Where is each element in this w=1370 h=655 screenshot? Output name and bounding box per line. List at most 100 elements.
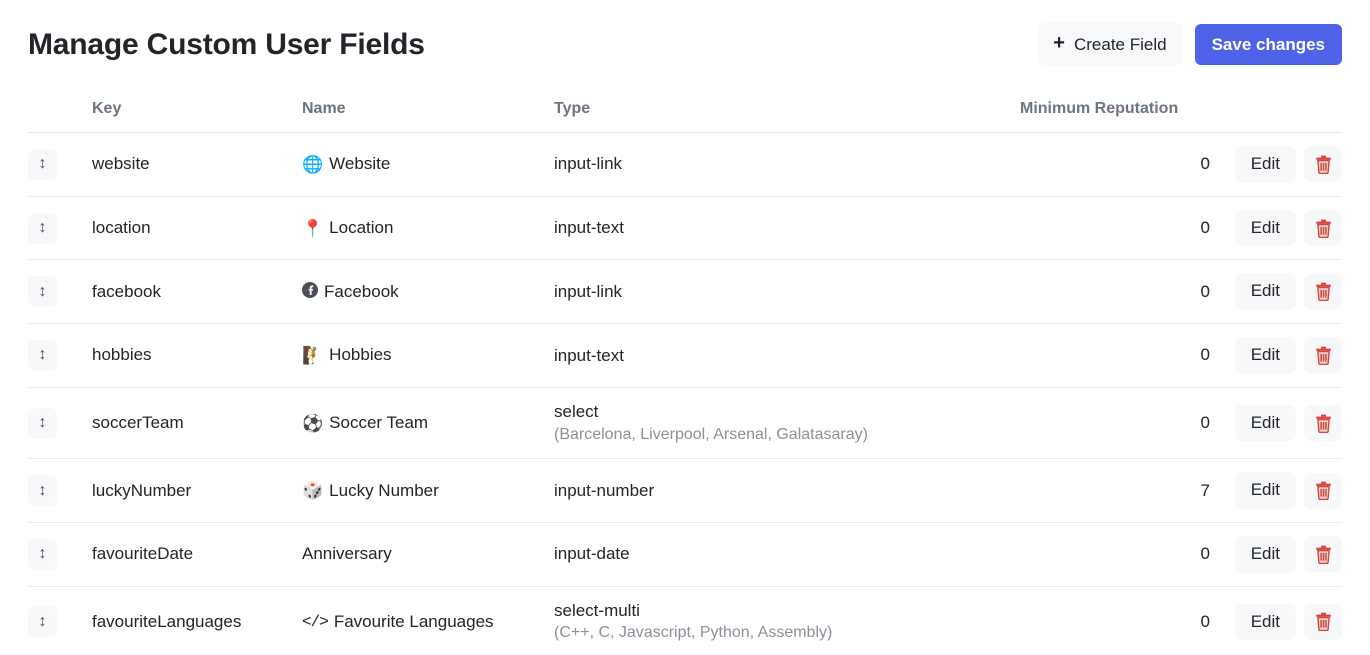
header-actions: + Create Field Save changes bbox=[1037, 23, 1342, 65]
delete-field-button[interactable] bbox=[1304, 146, 1342, 183]
field-key-cell: facebook bbox=[92, 259, 302, 325]
column-header-drag bbox=[28, 88, 92, 133]
table-row: ↕ favouriteDate Anniversary input-date 0 Edit bbox=[28, 522, 1342, 587]
create-field-label: Create Field bbox=[1073, 34, 1167, 54]
create-field-button[interactable]: + Create Field bbox=[1037, 23, 1183, 65]
field-name: Location bbox=[329, 218, 394, 238]
soccer-ball-icon: ⚽ bbox=[302, 413, 324, 433]
field-type-cell: input-number bbox=[554, 458, 1020, 523]
trash-icon bbox=[1315, 414, 1332, 433]
table-header: Key Name Type Minimum Reputation bbox=[28, 88, 1342, 133]
row-drag-handle[interactable]: ↕ bbox=[28, 407, 57, 439]
edit-field-button[interactable]: Edit bbox=[1234, 146, 1296, 183]
field-key: website bbox=[92, 154, 150, 174]
updown-arrow-icon: ↕ bbox=[38, 414, 47, 432]
field-type-cell: select (Barcelona, Liverpool, Arsenal, Ga… bbox=[554, 387, 1020, 460]
edit-field-button[interactable]: Edit bbox=[1234, 535, 1296, 573]
delete-field-button[interactable] bbox=[1304, 472, 1342, 509]
drag-handle-cell: ↕ bbox=[28, 196, 92, 261]
field-name: Website bbox=[329, 154, 391, 174]
trash-icon bbox=[1315, 346, 1332, 365]
fields-table-container: Key Name Type Minimum Reputation ↕ websit… bbox=[0, 88, 1370, 655]
page-title: Manage Custom User Fields bbox=[28, 27, 425, 61]
minimum-reputation-cell: 0 bbox=[1020, 586, 1210, 655]
edit-field-button[interactable]: Edit bbox=[1234, 472, 1296, 509]
updown-arrow-icon: ↕ bbox=[38, 282, 47, 300]
field-type-cell: input-link bbox=[554, 259, 1020, 325]
field-type: input-link bbox=[554, 281, 623, 301]
page-header: Manage Custom User Fields + Create Field… bbox=[0, 0, 1370, 88]
globe-icon: 🌐 bbox=[302, 154, 324, 174]
field-name-cell: 🎲 Lucky Number bbox=[302, 458, 554, 523]
row-actions: Edit bbox=[1210, 404, 1342, 442]
edit-field-button[interactable]: Edit bbox=[1234, 603, 1296, 641]
dice-icon: 🎲 bbox=[302, 481, 324, 501]
trash-icon bbox=[1315, 282, 1332, 302]
field-name-wrapper: Anniversary bbox=[302, 544, 554, 564]
row-drag-handle[interactable]: ↕ bbox=[28, 276, 57, 308]
field-name-cell: 🧗 Hobbies bbox=[302, 323, 554, 388]
code-brackets-icon: </> bbox=[302, 612, 329, 631]
edit-field-button[interactable]: Edit bbox=[1234, 273, 1296, 311]
updown-arrow-icon: ↕ bbox=[38, 545, 47, 563]
field-name: Soccer Team bbox=[329, 413, 429, 433]
edit-field-button[interactable]: Edit bbox=[1234, 209, 1296, 247]
column-header-type: Type bbox=[554, 88, 1020, 133]
field-name-wrapper: Facebook bbox=[302, 282, 554, 302]
field-key-cell: favouriteDate bbox=[92, 522, 302, 587]
row-drag-handle[interactable]: ↕ bbox=[28, 606, 57, 638]
row-drag-handle[interactable]: ↕ bbox=[28, 475, 57, 507]
delete-field-button[interactable] bbox=[1304, 337, 1342, 374]
trash-icon bbox=[1315, 612, 1332, 632]
save-changes-button[interactable]: Save changes bbox=[1194, 23, 1342, 65]
field-name-wrapper: ⚽ Soccer Team bbox=[302, 413, 554, 433]
delete-field-button[interactable] bbox=[1304, 603, 1342, 640]
row-actions: Edit bbox=[1210, 535, 1342, 573]
edit-field-button[interactable]: Edit bbox=[1234, 337, 1296, 374]
updown-arrow-icon: ↕ bbox=[38, 612, 47, 630]
row-drag-handle[interactable]: ↕ bbox=[28, 212, 57, 244]
row-actions: Edit bbox=[1210, 337, 1342, 374]
trash-icon bbox=[1315, 219, 1332, 238]
delete-field-button[interactable] bbox=[1304, 210, 1342, 247]
field-name-cell: </> Favourite Languages bbox=[302, 586, 554, 655]
minimum-reputation-cell: 0 bbox=[1020, 522, 1210, 587]
row-actions: Edit bbox=[1210, 146, 1342, 183]
field-type: select bbox=[554, 401, 599, 421]
minimum-reputation-cell: 0 bbox=[1020, 132, 1210, 197]
field-key: favouriteLanguages bbox=[92, 611, 242, 631]
row-actions: Edit bbox=[1210, 209, 1342, 247]
trash-icon bbox=[1315, 155, 1332, 174]
field-key: luckyNumber bbox=[92, 480, 192, 500]
minimum-reputation-cell: 0 bbox=[1020, 196, 1210, 261]
delete-field-button[interactable] bbox=[1304, 536, 1342, 573]
field-name-wrapper: </> Favourite Languages bbox=[302, 612, 554, 632]
row-drag-handle[interactable]: ↕ bbox=[28, 538, 57, 570]
field-name: Anniversary bbox=[302, 544, 392, 564]
minimum-reputation-cell: 0 bbox=[1020, 323, 1210, 388]
field-type-options: (C++, C, Javascript, Python, Assembly) bbox=[554, 624, 833, 642]
table-row: ↕ location 📍 Location input-text 0 Edit bbox=[28, 196, 1342, 261]
field-name: Hobbies bbox=[329, 345, 392, 365]
field-type: input-date bbox=[554, 544, 630, 564]
column-header-minimum-reputation: Minimum Reputation bbox=[1020, 88, 1210, 133]
drag-handle-cell: ↕ bbox=[28, 132, 92, 197]
delete-field-button[interactable] bbox=[1304, 405, 1342, 442]
table-row: ↕ hobbies 🧗 Hobbies input-text 0 Edit bbox=[28, 323, 1342, 388]
field-type-cell: input-date bbox=[554, 522, 1020, 587]
field-key-cell: website bbox=[92, 132, 302, 197]
row-drag-handle[interactable]: ↕ bbox=[28, 148, 57, 180]
edit-field-button[interactable]: Edit bbox=[1234, 404, 1296, 442]
row-drag-handle[interactable]: ↕ bbox=[28, 339, 57, 371]
delete-field-button[interactable] bbox=[1304, 273, 1342, 310]
table-header-row: Key Name Type Minimum Reputation bbox=[28, 88, 1342, 133]
custom-fields-table: Key Name Type Minimum Reputation ↕ websit… bbox=[28, 88, 1342, 655]
row-actions-cell: Edit bbox=[1210, 522, 1342, 587]
field-name-cell: Facebook bbox=[302, 259, 554, 325]
minimum-reputation-cell: 0 bbox=[1020, 259, 1210, 325]
updown-arrow-icon: ↕ bbox=[38, 346, 47, 364]
row-actions: Edit bbox=[1210, 273, 1342, 311]
trash-icon bbox=[1315, 545, 1332, 564]
field-key-cell: favouriteLanguages bbox=[92, 586, 302, 655]
row-actions-cell: Edit bbox=[1210, 132, 1342, 197]
